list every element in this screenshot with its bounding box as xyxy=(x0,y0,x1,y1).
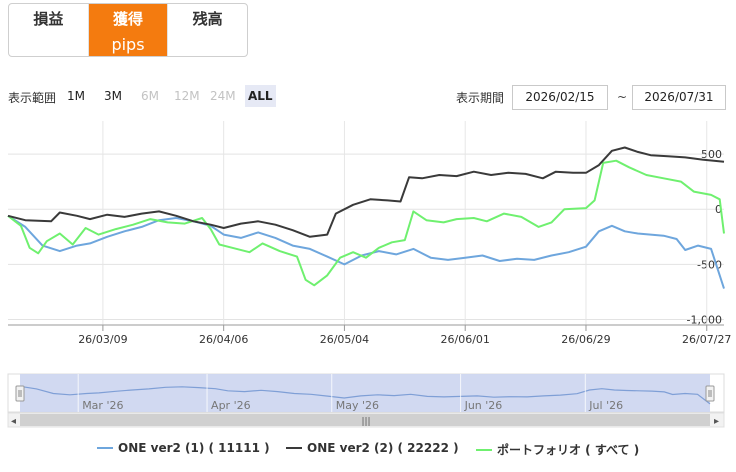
navigator-label: May '26 xyxy=(336,399,379,412)
plot-area xyxy=(8,121,724,325)
x-tick-label: 26/05/04 xyxy=(320,333,369,346)
navigator-label: Jul '26 xyxy=(588,399,623,412)
x-tick-label: 26/07/27 xyxy=(682,333,731,346)
legend-swatch-series-3 xyxy=(476,448,492,451)
x-tick-label: 26/06/29 xyxy=(561,333,610,346)
navigator-label: Jun '26 xyxy=(464,399,503,412)
chart-legend: ONE ver2 (1) ( 11111 ) ONE ver2 (2) ( 22… xyxy=(0,441,736,461)
scroll-right-arrow[interactable]: ▸ xyxy=(714,416,719,427)
legend-swatch-series-2 xyxy=(286,447,302,449)
scrollbar-grip: ||| xyxy=(361,417,370,427)
legend-item-series-1[interactable]: ONE ver2 (1) ( 11111 ) xyxy=(97,441,270,455)
navigator-label: Mar '26 xyxy=(82,399,123,412)
x-tick-label: 26/04/06 xyxy=(199,333,248,346)
x-tick-label: 26/03/09 xyxy=(78,333,127,346)
legend-label-series-1: ONE ver2 (1) ( 11111 ) xyxy=(118,441,270,455)
x-tick-label: 26/06/01 xyxy=(441,333,490,346)
pips-line-chart: 5000-500-1,00026/03/09 26/04/06 26/05/04 26… xyxy=(7,121,731,428)
legend-item-series-3[interactable]: ポートフォリオ ( すべて ) xyxy=(476,441,639,458)
legend-label-series-2: ONE ver2 (2) ( 22222 ) xyxy=(307,441,459,455)
scroll-left-arrow[interactable]: ◂ xyxy=(11,416,16,427)
legend-swatch-series-1 xyxy=(97,447,113,449)
navigator-left-handle[interactable] xyxy=(15,385,25,402)
legend-label-series-3: ポートフォリオ ( すべて ) xyxy=(497,443,640,457)
legend-item-series-2[interactable]: ONE ver2 (2) ( 22222 ) xyxy=(286,441,459,455)
navigator-label: Apr '26 xyxy=(211,399,251,412)
navigator-right-handle[interactable] xyxy=(705,385,715,402)
